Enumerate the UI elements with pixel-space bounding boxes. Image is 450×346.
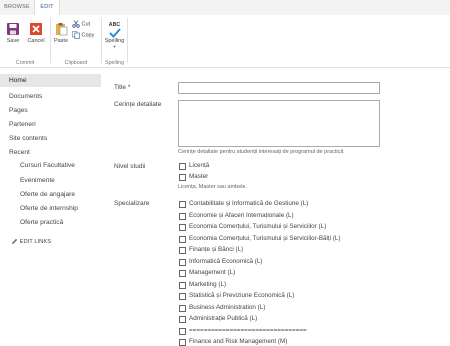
- specializare-checkbox[interactable]: [179, 327, 186, 335]
- nav-item-home[interactable]: Home: [9, 77, 27, 84]
- ribbon-tab-strip: BROWSE EDIT: [0, 0, 450, 16]
- commit-group-label: Commit: [15, 60, 35, 66]
- edit-links-label: EDIT LINKS: [19, 239, 52, 246]
- nav-item-parteneri[interactable]: Parteneri: [9, 121, 36, 128]
- nivel-studii-label: Nivel studii: [114, 163, 146, 170]
- specializare-option-label: Economia Comerțului, Turismului și Servi…: [189, 234, 341, 242]
- specializare-label: Specializare: [114, 200, 150, 207]
- specializare-checkbox[interactable]: [179, 235, 186, 243]
- nav-item-site-contents[interactable]: Site contents: [9, 135, 47, 142]
- pencil-icon: [12, 238, 18, 244]
- ribbon-divider: [127, 18, 128, 63]
- spelling-abc-text: ABC: [108, 22, 121, 28]
- specializare-checkbox[interactable]: [179, 201, 186, 208]
- cerinte-hint: Cerințe detaliate pentru studenții inter…: [178, 149, 344, 155]
- cut-button[interactable]: Cut: [72, 20, 90, 29]
- specializare-checkbox[interactable]: [179, 247, 186, 254]
- specializare-checkbox[interactable]: [179, 281, 186, 289]
- specializare-checkbox[interactable]: [179, 212, 186, 220]
- specializare-checkbox[interactable]: [179, 224, 186, 231]
- clipboard-group-label: Clipboard: [64, 60, 88, 66]
- spelling-group: ABC Spelling ▾ Spelling: [102, 18, 127, 66]
- commit-group: Save Cancel Commit: [0, 18, 50, 66]
- title-input[interactable]: [178, 82, 380, 94]
- nav-item-cursuri-facultative[interactable]: Cursuri Facultative: [20, 162, 75, 169]
- spelling-group-label: Spelling: [105, 60, 124, 66]
- nav-item-evenimente[interactable]: Evenimente: [20, 177, 55, 184]
- nav-item-recent[interactable]: Recent: [9, 149, 30, 156]
- copy-label: Copy: [81, 32, 95, 39]
- title-label: Title *: [114, 84, 131, 91]
- nav-item-oferte-internship[interactable]: Oferte de internship: [20, 205, 78, 212]
- specializare-option-label: ================================: [189, 326, 307, 334]
- specializare-option-label: Marketing (L): [189, 280, 227, 288]
- specializare-option-label: Finance and Risk Management (M): [189, 338, 288, 345]
- cancel-button[interactable]: Cancel: [24, 20, 48, 44]
- nav-item-documents[interactable]: Documents: [9, 93, 42, 100]
- paste-icon: [56, 23, 68, 36]
- spelling-button[interactable]: ABC Spelling ▾: [102, 20, 127, 50]
- specializare-checkbox[interactable]: [179, 293, 186, 300]
- nav-item-pages[interactable]: Pages: [9, 107, 28, 114]
- checkbox-licenta[interactable]: [179, 163, 186, 170]
- specializare-option-label: Informatică Economică (L): [189, 257, 263, 265]
- checkbox-licenta-label: Licență: [189, 162, 210, 169]
- specializare-checkbox[interactable]: [179, 339, 186, 346]
- cerinte-textarea[interactable]: [178, 100, 380, 147]
- save-icon: [7, 23, 19, 35]
- tab-edit[interactable]: EDIT: [34, 0, 60, 16]
- save-label: Save: [6, 38, 20, 44]
- nav-item-oferte-angajare[interactable]: Oferte de angajare: [20, 191, 75, 198]
- specializare-option-label: Statistică și Previziune Economică (L): [189, 292, 295, 299]
- specializare-option-label: Economie și Afaceri Internaționale (L): [189, 211, 294, 219]
- tab-browse[interactable]: BROWSE: [0, 0, 34, 15]
- specializare-checkbox[interactable]: [179, 258, 186, 266]
- checkbox-master[interactable]: [179, 174, 186, 181]
- copy-button[interactable]: Copy: [72, 31, 94, 40]
- copy-icon: [72, 31, 80, 39]
- cerinte-label: Cerințe detaliate: [114, 101, 162, 108]
- specializare-option-label: Economia Comerțului, Turismului și Servi…: [189, 223, 327, 230]
- cut-label: Cut: [81, 21, 91, 28]
- specializare-option-label: Finanțe și Bănci (L): [189, 246, 244, 253]
- clipboard-group: Paste Cut Copy Clipboard: [51, 18, 101, 66]
- cancel-label: Cancel: [27, 38, 45, 44]
- specializare-option-label: Business Administration (L): [189, 303, 266, 311]
- edit-links-button[interactable]: EDIT LINKS: [11, 238, 51, 245]
- chevron-down-icon: ▾: [113, 44, 116, 49]
- save-button[interactable]: Save: [2, 20, 24, 44]
- paste-label: Paste: [53, 38, 69, 44]
- nav-item-oferte-practica[interactable]: Oferte practică: [20, 219, 63, 226]
- checkmark-icon: [108, 28, 121, 38]
- specializare-option-label: Management (L): [189, 269, 236, 276]
- cancel-icon: [30, 23, 42, 35]
- nivel-studii-hint: Licența, Master sau ambele.: [178, 184, 248, 190]
- paste-button[interactable]: Paste: [51, 20, 71, 44]
- specializare-checkbox[interactable]: [179, 316, 186, 323]
- checkbox-master-label: Master: [189, 173, 209, 180]
- specializare-option-label: Administrație Publică (L): [189, 315, 258, 322]
- cut-icon: [72, 20, 80, 28]
- specializare-option-label: Contabilitate și Informatică de Gestiune…: [189, 200, 309, 207]
- specializare-checkbox[interactable]: [179, 304, 186, 312]
- specializare-checkbox[interactable]: [179, 270, 186, 277]
- ribbon: Save Cancel Commit Paste Cut Copy Clipbo…: [0, 15, 450, 68]
